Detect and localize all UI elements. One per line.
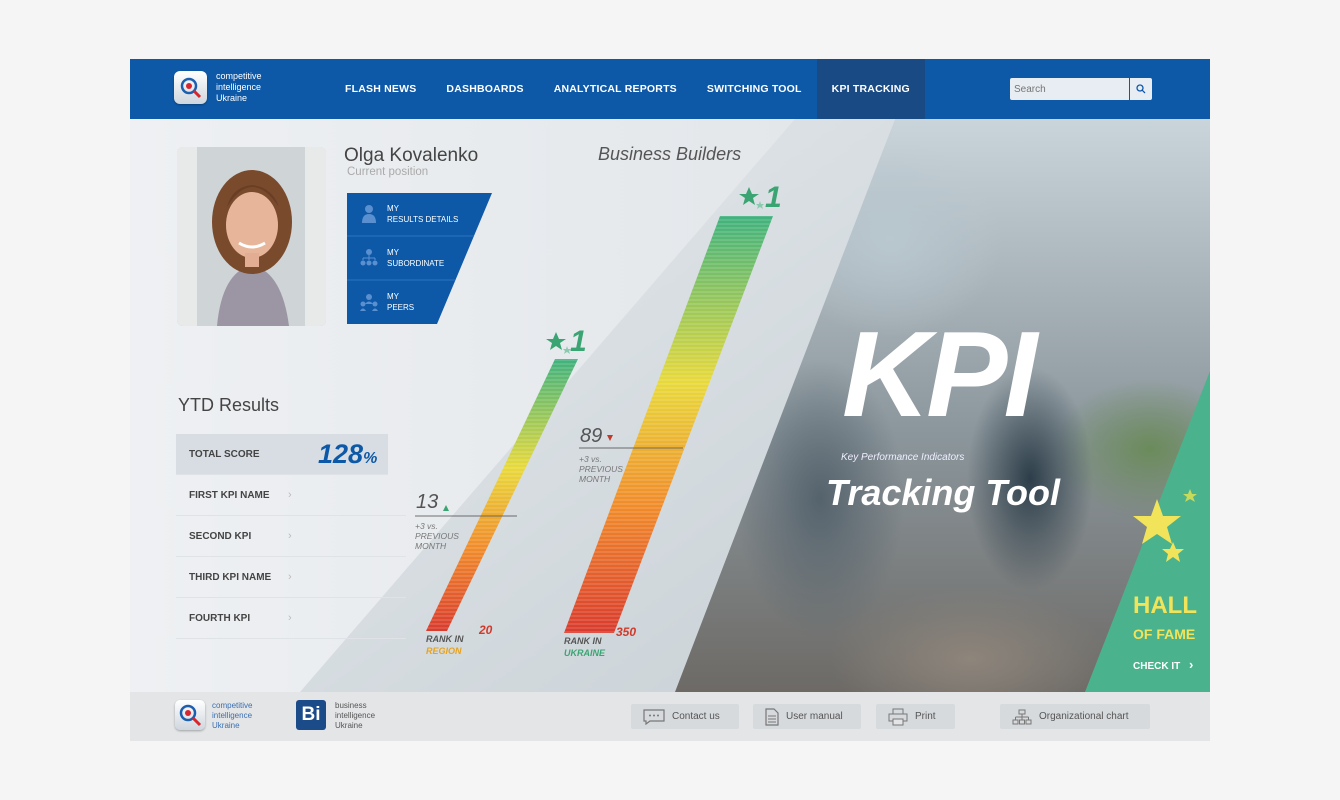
kpi-subtitle: Key Performance Indicators <box>841 452 965 463</box>
region-delta: +3 vs. PREVIOUS MONTH <box>415 521 459 551</box>
region-rank-label: RANK IN REGION <box>426 634 464 656</box>
printer-icon <box>888 708 908 726</box>
rank-bars <box>415 187 773 633</box>
ukraine-rank-label: RANK IN UKRAINE <box>564 636 606 658</box>
region-top-rank: 1 <box>570 325 587 358</box>
tracking-tool-title: Tracking Tool <box>826 472 1061 513</box>
ukraine-value: 89 <box>580 425 603 447</box>
down-triangle-icon <box>607 435 613 441</box>
ukraine-delta: +3 vs. PREVIOUS MONTH <box>579 454 623 484</box>
user-manual-button[interactable]: User manual <box>753 704 861 729</box>
region-value: 13 <box>416 491 439 513</box>
region-rank-value: 20 <box>479 623 493 637</box>
ukraine-rank-value: 350 <box>616 625 637 639</box>
check-it-link[interactable]: CHECK IT › <box>1133 657 1193 672</box>
bi-footer-logo[interactable]: Bi <box>296 700 326 730</box>
kpi-headline: KPI <box>842 306 1037 442</box>
hall-of-fame-title: HALL <box>1133 592 1197 619</box>
kpi-tracking-page: competitive intelligence Ukraine FLASH N… <box>130 59 1210 741</box>
ciu-footer-text: competitive intelligence Ukraine <box>212 701 253 730</box>
ciu-footer-logo[interactable] <box>175 700 205 730</box>
star-icon <box>1133 489 1197 562</box>
bi-footer-text: business intelligence Ukraine <box>335 701 376 730</box>
document-icon <box>765 707 779 726</box>
star-icon <box>739 187 764 209</box>
print-button[interactable]: Print <box>876 704 955 729</box>
chat-icon <box>643 708 665 725</box>
contact-us-button[interactable]: Contact us <box>631 704 739 729</box>
chevron-right-icon: › <box>1189 657 1194 672</box>
org-chart-button[interactable]: Organizational chart <box>1000 704 1150 729</box>
hall-of-fame-subtitle: OF FAME <box>1133 626 1196 642</box>
up-triangle-icon <box>443 505 449 511</box>
footer: competitive intelligence Ukraine Bi busine… <box>130 692 1210 741</box>
star-icon <box>546 332 571 354</box>
org-chart-icon <box>1012 709 1032 725</box>
ukraine-top-rank: 1 <box>765 181 782 214</box>
